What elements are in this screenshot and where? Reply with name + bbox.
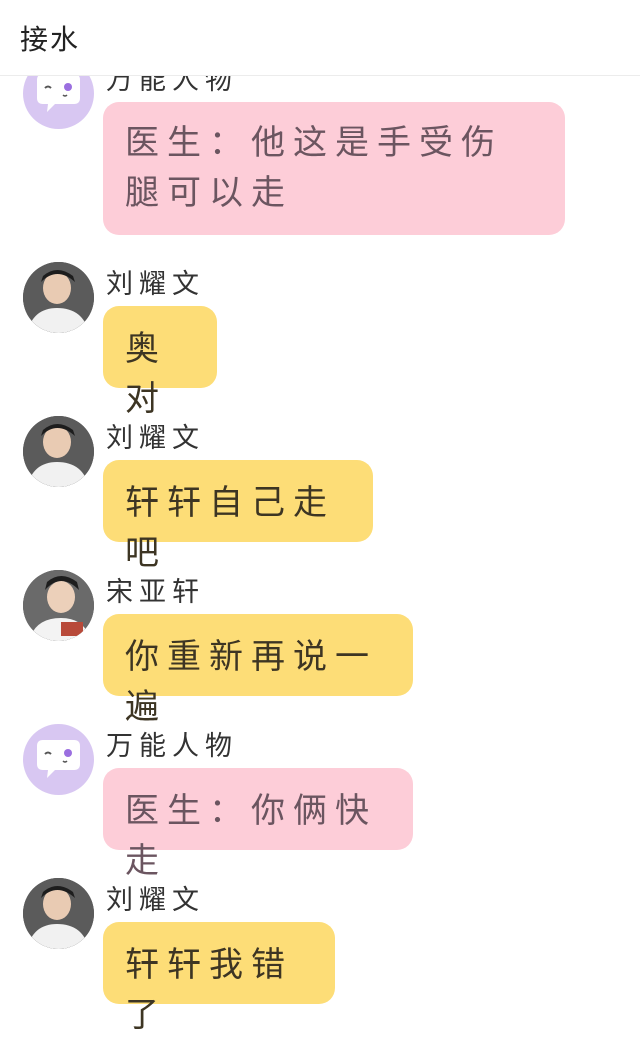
message-bubble: 轩轩我错了 <box>103 922 335 1035</box>
page-title: 接水 <box>20 23 81 56</box>
profile-photo <box>23 416 94 487</box>
profile-photo <box>23 570 94 641</box>
sender-name: 刘耀文 <box>106 423 205 454</box>
avatar[interactable] <box>23 724 94 795</box>
message-bubble: 你重新再说一遍 <box>103 614 413 727</box>
profile-photo <box>23 878 94 949</box>
profile-photo <box>23 262 94 333</box>
message-bubble: 医生：你俩快走 <box>103 768 413 881</box>
sender-name: 万能人物 <box>106 731 238 762</box>
avatar[interactable] <box>23 416 94 487</box>
sender-name: 刘耀文 <box>106 885 205 916</box>
message-bubble: 医生：他这是手受伤腿可以走 <box>103 102 565 235</box>
avatar[interactable] <box>23 878 94 949</box>
avatar[interactable] <box>23 570 94 641</box>
app-header: 接水 <box>0 0 640 76</box>
sender-name: 刘耀文 <box>106 269 205 300</box>
chat-bubble-icon <box>37 740 80 778</box>
message-bubble: 奥对 <box>103 306 217 419</box>
sender-name: 宋亚轩 <box>106 577 205 608</box>
avatar[interactable] <box>23 262 94 333</box>
message-bubble: 轩轩自己走吧 <box>103 460 373 573</box>
